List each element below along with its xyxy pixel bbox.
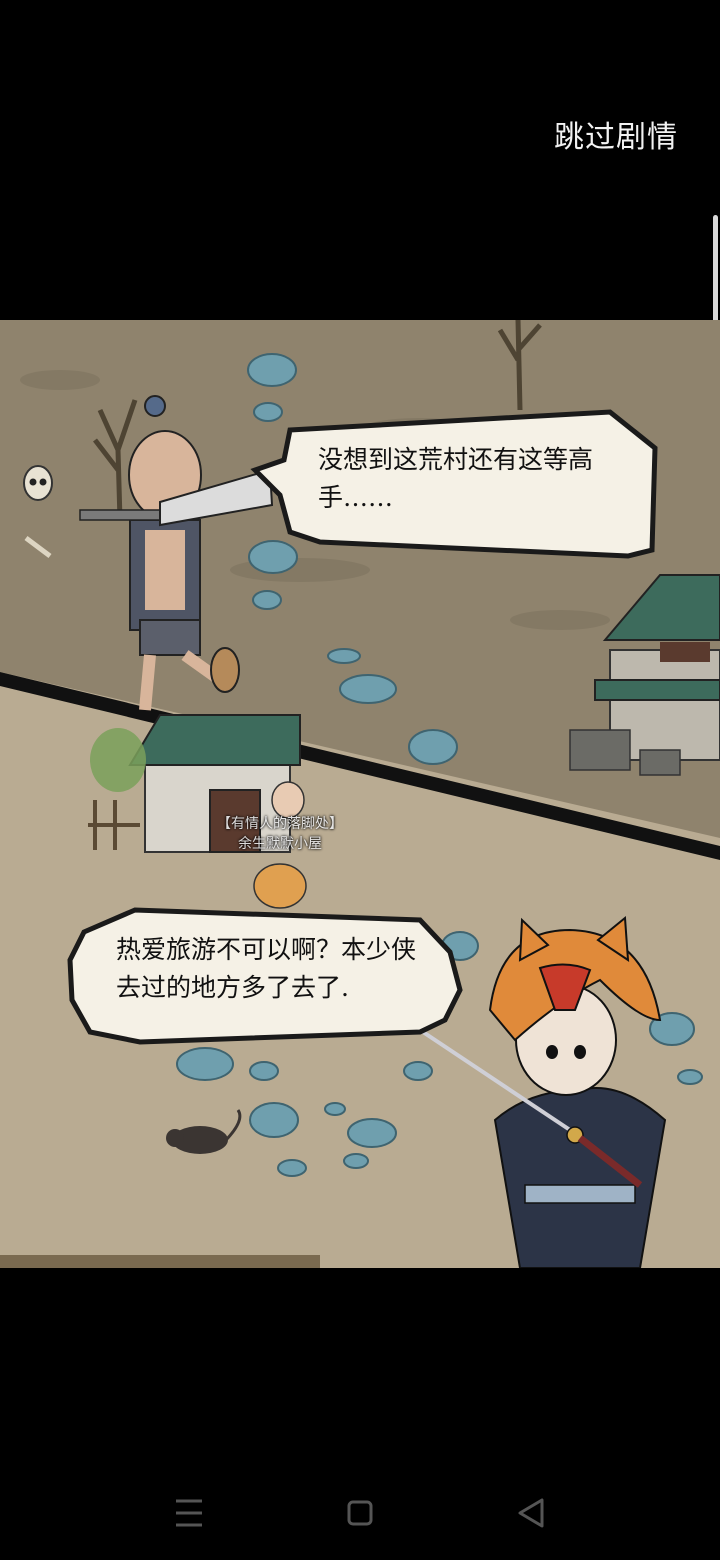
hero-line-2: 去过的地方多了去了.: [116, 973, 349, 1002]
story-scene: 没想到这荒村还有这等高 手…… 热爱旅游不可以啊？本少侠 去过的地方多了去了. …: [0, 320, 720, 1268]
fence: [0, 1255, 320, 1268]
system-nav-bar: [0, 1465, 720, 1560]
cottage-label-name: 余生默默小屋: [238, 836, 322, 852]
back-icon: [518, 1498, 544, 1528]
home-button[interactable]: [330, 1483, 390, 1543]
villager-speech-bubble: 没想到这荒村还有这等高 手……: [250, 409, 658, 559]
cottage-label-title: 【有情人的落脚处】: [217, 816, 343, 832]
villager-line-1: 没想到这荒村还有这等高: [318, 445, 593, 474]
cottage-label: 【有情人的落脚处】 余生默默小屋: [205, 814, 355, 854]
hero-speech-bubble: 热爱旅游不可以啊？本少侠 去过的地方多了去了.: [67, 907, 463, 1045]
menu-icon: [176, 1499, 202, 1527]
back-button[interactable]: [502, 1483, 562, 1543]
menu-button[interactable]: [158, 1483, 218, 1543]
home-icon: [347, 1500, 373, 1526]
hero-line-1: 热爱旅游不可以啊？本少侠: [116, 935, 416, 964]
villager-line-2: 手……: [318, 483, 393, 512]
scene-art: 没想到这荒村还有这等高 手…… 热爱旅游不可以啊？本少侠 去过的地方多了去了.: [0, 320, 720, 1268]
skip-story-button[interactable]: 跳过剧情: [554, 112, 678, 156]
skull-icon: [23, 465, 53, 501]
